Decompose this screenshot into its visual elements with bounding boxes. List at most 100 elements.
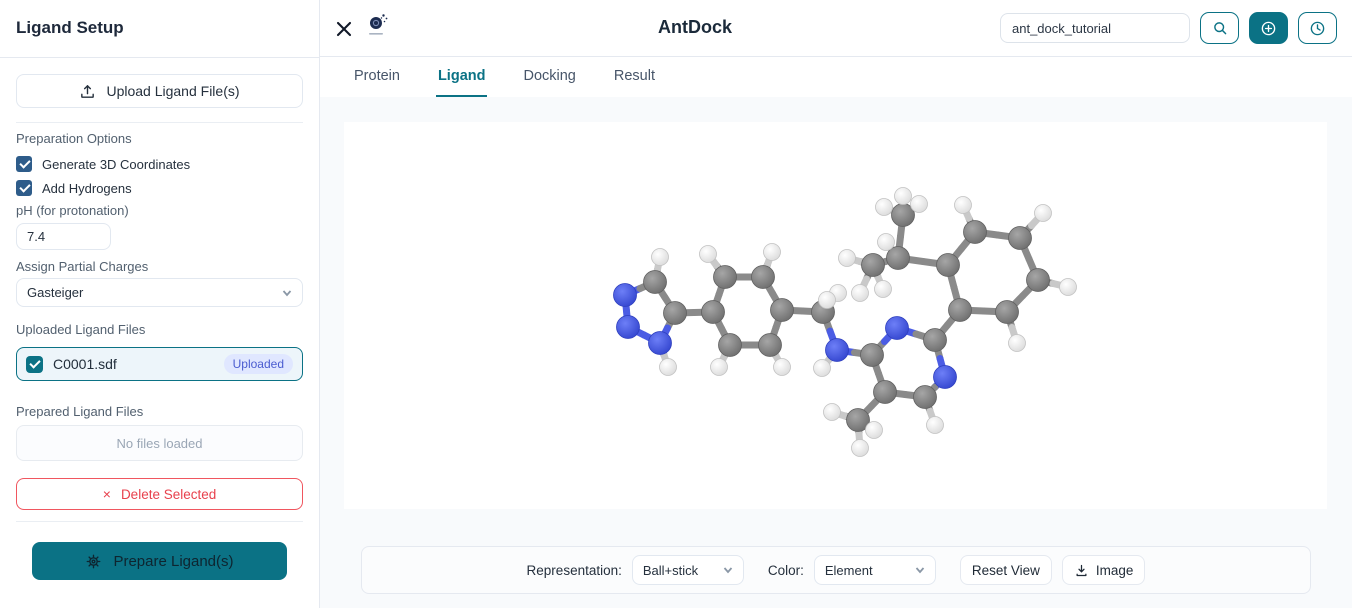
add-circle-icon [1260,20,1277,37]
tab-result[interactable]: Result [612,57,657,97]
ph-input[interactable] [16,223,111,250]
checkbox-row[interactable]: Generate 3D Coordinates [16,152,303,176]
divider [16,122,303,123]
ligand-setup-sidebar: Ligand Setup Upload Ligand File(s) Prepa… [0,0,320,608]
atom-H [876,199,893,216]
prepared-files-label: Prepared Ligand Files [16,404,143,419]
tab-docking[interactable]: Docking [521,57,577,97]
atom-C [1009,227,1032,250]
atom-N [617,316,640,339]
atom-C [752,266,775,289]
atom-H [866,422,883,439]
atom-H [839,250,856,267]
atom-C [949,299,972,322]
atom-C [771,299,794,322]
atom-H [911,196,928,213]
charges-select[interactable]: Gasteiger [16,278,303,307]
atom-C [996,301,1019,324]
main-panel: AntDock Protein Ligand Docking Result [320,0,1352,608]
main-header: AntDock [320,0,1352,57]
close-x-icon: × [103,487,111,501]
atom-C [914,386,937,409]
atom-C [964,221,987,244]
uploaded-files-label: Uploaded Ligand Files [16,322,145,337]
atom-C [702,301,725,324]
atom-C [861,344,884,367]
uploaded-file-item[interactable]: C0001.sdf Uploaded [16,347,303,381]
file-checkbox-icon[interactable] [26,356,43,373]
reset-view-label: Reset View [972,563,1040,578]
charges-label: Assign Partial Charges [16,259,148,274]
atom-C [937,254,960,277]
delete-selected-button[interactable]: × Delete Selected [16,478,303,510]
molecule-svg[interactable] [344,122,1327,509]
search-icon [1212,20,1228,36]
atom-H [814,360,831,377]
atom-N [886,317,909,340]
chevron-down-icon [915,565,925,575]
history-button[interactable] [1298,12,1337,44]
atom-C [924,329,947,352]
app-title: AntDock [658,17,732,38]
session-name-input[interactable] [1000,13,1190,43]
atom-N [614,284,637,307]
antdock-logo [366,12,392,44]
atom-C [664,302,687,325]
atom-H [819,292,836,309]
viewer-toolbar: Representation: Ball+stick Color: Elemen… [361,546,1311,594]
preparation-checkbox-list: Generate 3D Coordinates Add Hydrogens [16,152,303,200]
atom-H [852,285,869,302]
reset-view-button[interactable]: Reset View [960,555,1052,585]
download-icon [1074,563,1089,578]
prepare-ligands-button[interactable]: Prepare Ligand(s) [32,542,287,580]
atom-C [874,381,897,404]
chevron-down-icon [282,288,292,298]
image-button[interactable]: Image [1062,555,1146,585]
atom-H [660,359,677,376]
atom-C [644,271,667,294]
atom-H [1060,279,1077,296]
add-session-button[interactable] [1249,12,1288,44]
molecule-viewer[interactable] [344,122,1327,509]
checkbox-row[interactable]: Add Hydrogens [16,176,303,200]
tab-ligand[interactable]: Ligand [436,57,488,97]
ph-label: pH (for protonation) [16,203,129,218]
upload-icon [79,83,96,100]
atom-H [878,234,895,251]
chevron-down-icon [723,565,733,575]
representation-select[interactable]: Ball+stick [632,555,744,585]
checkbox-label: Generate 3D Coordinates [42,157,190,172]
close-icon[interactable] [334,19,354,39]
atom-C [719,334,742,357]
atom-H [774,359,791,376]
tab-protein[interactable]: Protein [352,57,402,97]
checkbox-label: Add Hydrogens [42,181,132,196]
atom-N [826,339,849,362]
atom-H [955,197,972,214]
atom-C [714,266,737,289]
sidebar-title: Ligand Setup [16,18,124,38]
color-select[interactable]: Element [814,555,936,585]
tab-bar: Protein Ligand Docking Result [320,57,1352,97]
upload-ligand-button-label: Upload Ligand File(s) [106,83,239,99]
atom-C [1027,269,1050,292]
checkbox-icon[interactable] [16,180,32,196]
atom-H [700,246,717,263]
divider [0,57,320,58]
search-button[interactable] [1200,12,1239,44]
atom-H [711,359,728,376]
atom-H [1035,205,1052,222]
atom-C [862,254,885,277]
uploaded-file-name: C0001.sdf [53,356,214,372]
upload-ligand-button[interactable]: Upload Ligand File(s) [16,74,303,108]
uploaded-status-badge: Uploaded [224,354,293,374]
checkbox-icon[interactable] [16,156,32,172]
charges-select-value: Gasteiger [27,285,83,300]
atom-H [927,417,944,434]
atom-H [764,244,781,261]
atom-N [649,332,672,355]
delete-selected-label: Delete Selected [121,487,216,502]
representation-value: Ball+stick [643,563,698,578]
atom-N [934,366,957,389]
atom-H [852,440,869,457]
